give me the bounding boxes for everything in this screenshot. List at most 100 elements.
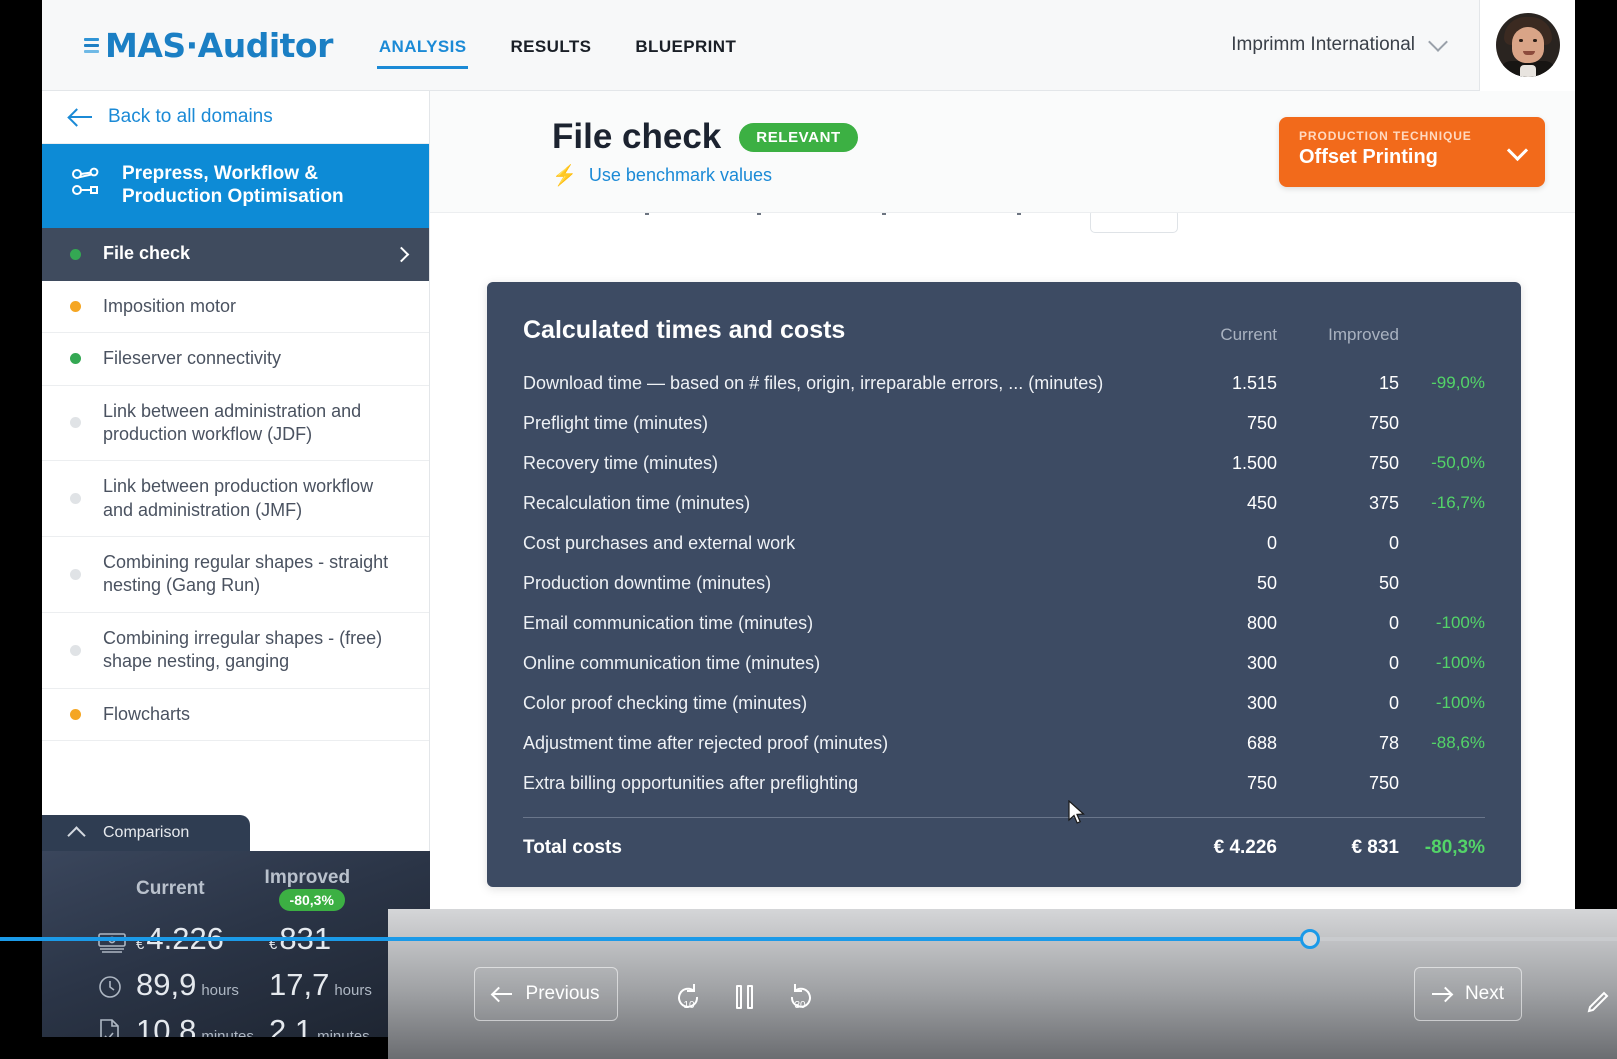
rewind-10-icon[interactable]: 10 [674,978,704,1015]
document-check-icon [98,1019,128,1037]
sidebar-item-label: Link between administration and producti… [103,400,362,444]
row-improved: 78 [1378,732,1399,753]
hamburger-bars-icon [84,37,99,53]
sidebar-item-label: File check [103,243,191,264]
progress-knob[interactable] [1300,929,1320,949]
row-improved: 375 [1368,492,1399,513]
row-improved: 0 [1388,652,1399,673]
nav-tab-analysis[interactable]: ANALYSIS [376,29,469,69]
screen-root: MAS·Auditor ANALYSIS RESULTS BLUEPRINT I… [0,0,1617,1059]
row-current: 300 [1246,652,1277,673]
app-logo-text: MAS·Auditor [105,25,333,65]
page-header: File check RELEVANT ⚡ Use benchmark valu… [430,91,1575,213]
sidebar-item-combining-irregular-shapes[interactable]: Combining irregular shapes - (free) shap… [42,612,429,689]
row-current: 750 [1246,772,1277,793]
status-dot-amber [70,300,81,312]
sidebar-item-label: Fileserver connectivity [103,348,282,369]
benchmark-label: Use benchmark values [588,165,772,185]
row-current: 450 [1246,492,1277,513]
comparison-col-current: Current [136,878,205,899]
row-current: 800 [1246,612,1277,633]
comparison-tab-label: Comparison [103,824,190,841]
row-label: Production downtime (minutes) [523,572,772,593]
top-right-group: Imprimm International [1231,0,1575,91]
status-dot-amber [70,708,81,720]
comparison-col-improved: Improved [264,867,351,888]
row-improved: 0 [1388,692,1399,713]
svg-text:30: 30 [794,1000,806,1010]
row-label: Recalculation time (minutes) [523,492,751,513]
comparison-row-minutes: 10,8 minutes 2,1 minutes [42,1013,430,1037]
status-dot-grey [70,493,81,505]
table-row: Recovery time (minutes) 1.500 750 -50,0% [523,443,1485,483]
sidebar-item-file-check[interactable]: File check [42,228,429,281]
total-improved: € 831 [1351,837,1399,858]
main-nav: ANALYSIS RESULTS BLUEPRINT [376,0,738,90]
sidebar-item-fileserver-connectivity[interactable]: Fileserver connectivity [42,333,429,386]
sidebar-item-label: Imposition motor [103,295,237,316]
row-delta: -100% [1435,613,1485,632]
comparison-body: Current Improved -80,3% €4.226 €831 89,9… [42,851,430,1037]
sidebar-item-combining-regular-shapes[interactable]: Combining regular shapes - straight nest… [42,537,429,613]
back-label: Back to all domains [108,106,273,127]
card-title: Calculated times and costs [523,316,846,344]
status-badge: RELEVANT [739,122,858,152]
workflow-nodes-icon [70,165,104,199]
row-current: 688 [1246,732,1277,753]
nav-tab-blueprint[interactable]: BLUEPRINT [633,29,738,67]
progress-scrubber[interactable] [0,929,1617,949]
sidebar-item-label: Combining irregular shapes - (free) shap… [103,627,383,672]
column-header-improved: Improved [1328,325,1399,344]
row-improved: 15 [1378,372,1399,393]
comparison-row-hours: 89,9 hours 17,7 hours [42,967,430,1003]
comparison-toggle[interactable]: Comparison [42,815,250,851]
arrow-left-icon [70,116,92,118]
pencil-edit-icon[interactable] [1585,989,1611,1015]
avatar-cell [1479,0,1575,91]
player-bar: Previous 10 30 Next [388,909,1617,1059]
svg-text:10: 10 [683,1000,695,1010]
organisation-name: Imprimm International [1231,34,1415,55]
sidebar-item-flowcharts[interactable]: Flowcharts [42,688,429,742]
comparison-delta-badge: -80,3% [278,889,345,911]
app-logo[interactable]: MAS·Auditor [84,26,333,65]
page-title: File check [552,117,722,156]
sidebar-item-imposition-motor[interactable]: Imposition motor [42,280,429,334]
row-improved: 750 [1368,452,1399,473]
chevron-down-icon [1428,32,1448,52]
next-button[interactable]: Next [1414,967,1522,1021]
production-technique-value: Offset Printing [1299,146,1438,168]
sidebar-item-link-production-jmf[interactable]: Link between production workflow and adm… [42,461,429,538]
table-row: Online communication time (minutes) 300 … [523,643,1485,683]
total-costs-row: Total costs € 4.226 € 831 -80,3% [523,824,1485,872]
row-label: Email communication time (minutes) [523,612,814,633]
row-delta: -100% [1435,653,1485,672]
row-improved: 0 [1388,532,1399,553]
card-header: Calculated times and costs Current Impro… [523,316,1485,345]
chevron-right-icon [393,246,410,262]
status-dot-green [70,248,81,260]
avatar[interactable] [1495,13,1560,77]
table-row: Preflight time (minutes) 750 750 [523,403,1485,443]
table-row: Download time — based on # files, origin… [523,363,1485,403]
total-delta: -80,3% [1424,837,1485,858]
nav-tab-results[interactable]: RESULTS [508,29,593,67]
organisation-selector[interactable]: Imprimm International [1231,32,1479,56]
previous-button[interactable]: Previous [474,967,618,1021]
row-label: Cost purchases and external work [523,532,796,553]
forward-30-icon[interactable]: 30 [785,978,815,1015]
sidebar-domain-header[interactable]: Prepress, Workflow & Production Optimisa… [42,144,429,229]
card-divider [523,817,1485,818]
arrow-right-icon [1431,993,1451,995]
table-row: Adjustment time after rejected proof (mi… [523,723,1485,763]
clock-icon [98,975,128,1004]
back-to-all-domains-button[interactable]: Back to all domains [42,91,429,144]
row-improved: 0 [1388,612,1399,633]
production-technique-select[interactable]: PRODUCTION TECHNIQUE Offset Printing [1279,117,1545,187]
row-current: 1.515 [1231,372,1277,393]
comparison-improved-minutes: 2,1 minutes [269,1013,370,1037]
sidebar-item-link-administration-jdf[interactable]: Link between administration and producti… [42,385,429,462]
row-label: Recovery time (minutes) [523,452,719,473]
row-improved: 50 [1378,572,1399,593]
pause-icon[interactable] [736,984,753,1009]
